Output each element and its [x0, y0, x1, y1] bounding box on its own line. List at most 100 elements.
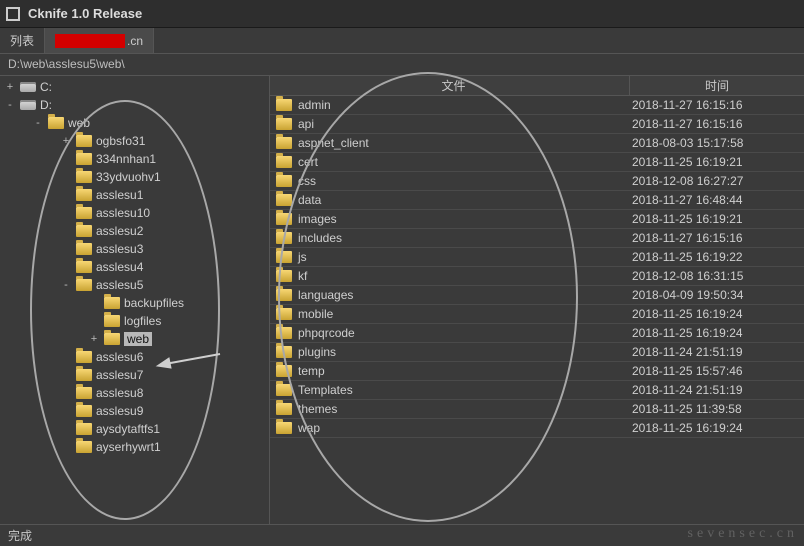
folder-icon [276, 99, 292, 111]
folder-icon [76, 261, 92, 273]
file-name: wap [296, 421, 632, 435]
file-row[interactable]: api2018-11-27 16:15:16 [270, 115, 804, 134]
tree-node-label: asslesu7 [96, 368, 143, 382]
file-time: 2018-11-25 16:19:24 [632, 421, 804, 435]
file-row[interactable]: data2018-11-27 16:48:44 [270, 191, 804, 210]
main-area: +C:-D:-web + ogbsfo31 334nnhan1 33ydvuohv1 as… [0, 76, 804, 524]
tree-node-label: 334nnhan1 [96, 152, 156, 166]
file-time: 2018-04-09 19:50:34 [632, 288, 804, 302]
file-row[interactable]: js2018-11-25 16:19:22 [270, 248, 804, 267]
tree-node[interactable]: 33ydvuohv1 [0, 168, 269, 186]
file-row[interactable]: images2018-11-25 16:19:21 [270, 210, 804, 229]
tree-node-label: asslesu4 [96, 260, 143, 274]
folder-icon [276, 422, 292, 434]
tree-node-label: ayserhywrt1 [96, 440, 161, 454]
tree-node[interactable]: asslesu4 [0, 258, 269, 276]
file-name: cert [296, 155, 632, 169]
file-row[interactable]: css2018-12-08 16:27:27 [270, 172, 804, 191]
status-text: 完成 [8, 527, 32, 544]
tab-list[interactable]: 列表 [0, 28, 45, 53]
file-row[interactable]: phpqrcode2018-11-25 16:19:24 [270, 324, 804, 343]
file-row[interactable]: admin2018-11-27 16:15:16 [270, 96, 804, 115]
tree-node[interactable]: - asslesu5 [0, 276, 269, 294]
tree-node[interactable]: -web [0, 114, 269, 132]
file-name: admin [296, 98, 632, 112]
file-row[interactable]: mobile2018-11-25 16:19:24 [270, 305, 804, 324]
file-row[interactable]: temp2018-11-25 15:57:46 [270, 362, 804, 381]
file-name: themes [296, 402, 632, 416]
file-row[interactable]: includes2018-11-27 16:15:16 [270, 229, 804, 248]
file-time: 2018-11-25 16:19:21 [632, 212, 804, 226]
tree-node[interactable]: asslesu1 [0, 186, 269, 204]
folder-icon [76, 351, 92, 363]
tree-node-label: ogbsfo31 [96, 134, 145, 148]
tab-host[interactable]: .cn [45, 28, 154, 53]
tree-node[interactable]: asslesu8 [0, 384, 269, 402]
folder-icon [276, 365, 292, 377]
path-bar[interactable]: D:\web\asslesu5\web\ [0, 54, 804, 76]
tree-node[interactable]: asslesu6 [0, 348, 269, 366]
expand-toggle[interactable]: - [32, 117, 44, 129]
file-row[interactable]: wap2018-11-25 16:19:24 [270, 419, 804, 438]
folder-icon [76, 207, 92, 219]
expand-toggle[interactable]: + [60, 135, 72, 147]
folder-icon [276, 251, 292, 263]
tree-node[interactable]: +web [0, 330, 269, 348]
column-header-time[interactable]: 时间 [630, 76, 804, 95]
column-header-file[interactable]: 文件 [270, 76, 630, 95]
file-row[interactable]: languages2018-04-09 19:50:34 [270, 286, 804, 305]
file-row[interactable]: plugins2018-11-24 21:51:19 [270, 343, 804, 362]
tree-node[interactable]: backupfiles [0, 294, 269, 312]
tree-node[interactable]: +C: [0, 78, 269, 96]
folder-icon [76, 279, 92, 291]
tree-node[interactable]: asslesu7 [0, 366, 269, 384]
expand-toggle[interactable]: + [4, 81, 16, 93]
status-bar: 完成 [0, 524, 804, 546]
tree-node[interactable]: asslesu3 [0, 240, 269, 258]
current-path: D:\web\asslesu5\web\ [8, 57, 125, 71]
tree-node[interactable]: 334nnhan1 [0, 150, 269, 168]
tree-node[interactable]: ayserhywrt1 [0, 438, 269, 456]
folder-icon [276, 194, 292, 206]
file-row[interactable]: kf2018-12-08 16:31:15 [270, 267, 804, 286]
file-name: api [296, 117, 632, 131]
tree-node-label: 33ydvuohv1 [96, 170, 161, 184]
tree-node-label: asslesu5 [96, 278, 143, 292]
redacted-host [55, 34, 125, 48]
file-name: mobile [296, 307, 632, 321]
file-time: 2018-12-08 16:27:27 [632, 174, 804, 188]
folder-icon [76, 369, 92, 381]
file-row[interactable]: themes2018-11-25 11:39:58 [270, 400, 804, 419]
file-row[interactable]: aspnet_client2018-08-03 15:17:58 [270, 134, 804, 153]
tree-node[interactable]: asslesu9 [0, 402, 269, 420]
folder-icon [76, 405, 92, 417]
tree-node[interactable]: asslesu2 [0, 222, 269, 240]
file-row[interactable]: cert2018-11-25 16:19:21 [270, 153, 804, 172]
folder-icon [104, 315, 120, 327]
tree-node[interactable]: asslesu10 [0, 204, 269, 222]
folder-tree[interactable]: +C:-D:-web + ogbsfo31 334nnhan1 33ydvuohv1 as… [0, 76, 270, 524]
tree-node-label: asslesu9 [96, 404, 143, 418]
expand-toggle[interactable]: + [88, 333, 100, 345]
folder-icon [104, 297, 120, 309]
file-name: plugins [296, 345, 632, 359]
tab-host-suffix: .cn [127, 34, 143, 48]
file-name: data [296, 193, 632, 207]
file-time: 2018-08-03 15:17:58 [632, 136, 804, 150]
expand-toggle[interactable]: - [4, 99, 16, 111]
file-row[interactable]: Templates2018-11-24 21:51:19 [270, 381, 804, 400]
folder-icon [76, 243, 92, 255]
file-name: phpqrcode [296, 326, 632, 340]
tab-bar: 列表 .cn [0, 28, 804, 54]
file-list-body[interactable]: admin2018-11-27 16:15:16api2018-11-27 16… [270, 96, 804, 524]
tree-node[interactable]: + ogbsfo31 [0, 132, 269, 150]
folder-icon [76, 135, 92, 147]
folder-icon [276, 308, 292, 320]
folder-icon [76, 423, 92, 435]
tree-node[interactable]: aysdytaftfs1 [0, 420, 269, 438]
file-time: 2018-11-27 16:48:44 [632, 193, 804, 207]
tree-node[interactable]: logfiles [0, 312, 269, 330]
expand-toggle[interactable]: - [60, 279, 72, 291]
tree-node[interactable]: -D: [0, 96, 269, 114]
file-name: js [296, 250, 632, 264]
